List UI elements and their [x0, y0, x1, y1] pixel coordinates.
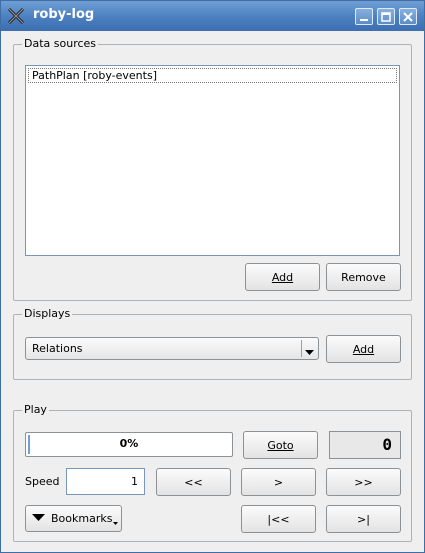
fast-forward-button[interactable]: >> [326, 468, 401, 496]
speed-input[interactable]: 1 [66, 468, 145, 495]
chevron-down-icon [305, 346, 314, 359]
add-display-label: Add [352, 342, 375, 356]
goto-end-label: >| [357, 512, 370, 526]
speed-value: 1 [131, 475, 138, 488]
menu-indicator-icon [113, 515, 118, 528]
step-back-button[interactable]: << [156, 468, 231, 496]
window-title: roby-log [33, 7, 95, 22]
bookmarks-button[interactable]: Bookmarks [25, 505, 122, 532]
progress-text: 0% [119, 437, 139, 450]
time-display: 0 [329, 431, 401, 459]
title-bar[interactable]: roby-log [1, 1, 424, 31]
data-sources-list[interactable]: PathPlan [roby-events] [25, 65, 400, 256]
step-back-label: << [184, 475, 203, 489]
time-display-value: 0 [382, 435, 392, 454]
app-window: roby-log Data sources PathPlan [roby-eve… [0, 0, 425, 553]
goto-button[interactable]: Goto [243, 431, 318, 459]
displays-title: Displays [22, 307, 73, 321]
bookmarks-arrow-icon [32, 512, 45, 525]
add-display-button[interactable]: Add [326, 335, 401, 363]
goto-start-label: |<< [267, 512, 290, 526]
replay-progress-bar[interactable]: 0% [25, 432, 233, 457]
minimize-icon[interactable] [355, 8, 373, 25]
goto-start-button[interactable]: |<< [241, 505, 316, 533]
goto-label: Goto [267, 438, 294, 452]
remove-source-button[interactable]: Remove [326, 263, 401, 291]
goto-end-button[interactable]: >| [326, 505, 401, 533]
play-button[interactable]: > [241, 468, 316, 496]
play-label: > [273, 475, 284, 489]
fast-forward-label: >> [354, 475, 373, 489]
app-x-icon [7, 7, 25, 25]
speed-label: Speed [25, 475, 60, 488]
data-sources-title: Data sources [22, 37, 99, 51]
display-type-value: Relations [32, 342, 83, 355]
maximize-icon[interactable] [377, 8, 395, 25]
close-icon[interactable] [399, 8, 417, 25]
list-item[interactable]: PathPlan [roby-events] [28, 68, 397, 83]
play-title: Play [22, 403, 49, 417]
add-source-button[interactable]: Add [245, 263, 320, 291]
bookmarks-label: Bookmarks [51, 512, 113, 525]
display-type-select[interactable]: Relations [25, 337, 319, 360]
add-source-label: Add [271, 270, 294, 284]
combo-separator [301, 340, 302, 357]
remove-source-label: Remove [341, 270, 386, 284]
